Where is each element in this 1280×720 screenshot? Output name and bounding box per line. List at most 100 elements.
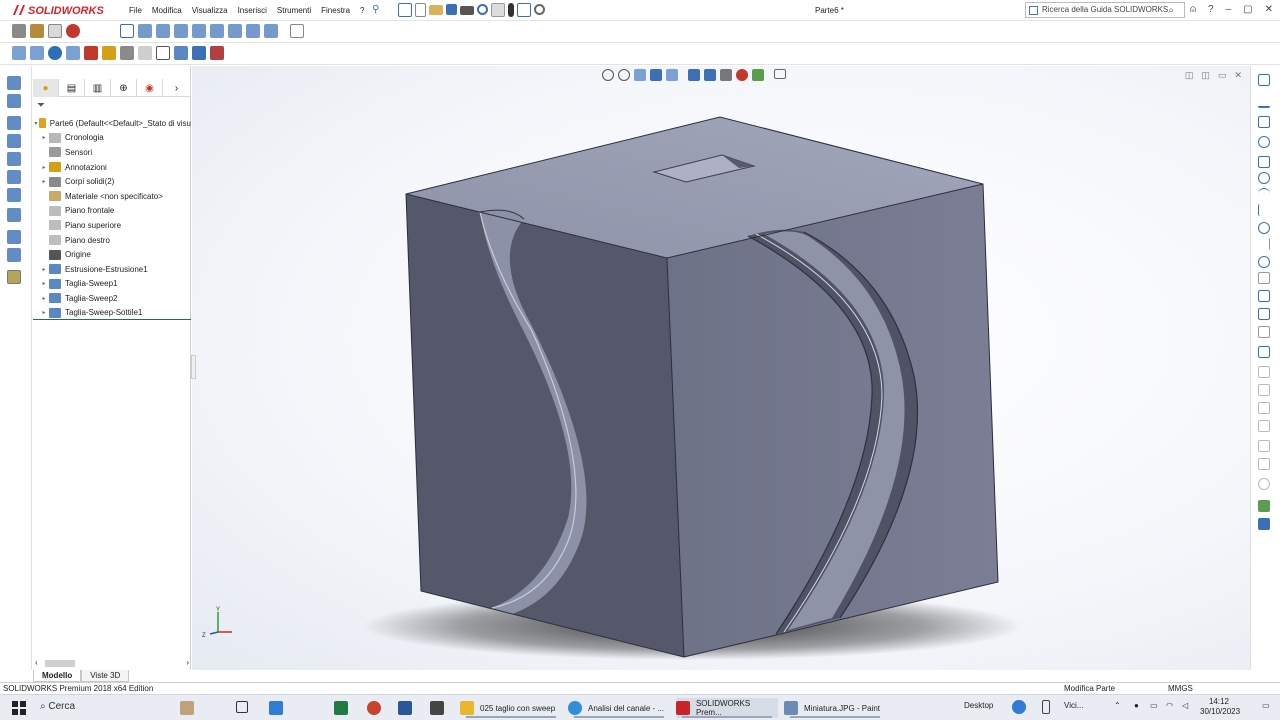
pin-icon[interactable]: ⚲ [372,4,379,15]
notification-icon[interactable]: ▭ [1262,701,1270,710]
left-tool-9-icon[interactable] [7,230,21,244]
maximize-icon[interactable]: ▢ [1243,4,1252,15]
explorer-icon[interactable] [430,701,444,715]
search-icon[interactable]: ⌕ [1168,4,1174,18]
mirror-icon[interactable] [1258,308,1270,320]
tab-viste-3d[interactable]: Viste 3D [81,670,130,682]
instant3d-icon[interactable] [192,46,206,60]
taskbar-widget-icon[interactable] [180,701,194,715]
expand-arrow-icon[interactable]: ▸ [39,266,49,273]
select-icon[interactable] [491,3,505,17]
view-bottom-icon[interactable] [228,24,242,38]
taskview-icon[interactable] [236,701,248,713]
fillet-sketch-icon[interactable] [1258,238,1270,250]
tree-item[interactable]: ▸ Annotazioni [33,160,191,175]
spline-icon[interactable] [1258,204,1270,216]
tree-item[interactable]: Materiale <non specificato> [33,189,191,204]
normal-to-icon[interactable] [120,24,134,38]
powerpoint-icon[interactable] [367,701,381,715]
rapid-sketch-pane-icon[interactable] [1258,478,1270,490]
trim-icon[interactable] [1258,366,1270,378]
tree-item[interactable]: Piano frontale [33,204,191,219]
tree-item[interactable]: ▸ Taglia-Sweep1 [33,277,191,292]
panel-collapse-handle[interactable] [191,355,196,379]
polygon-icon[interactable] [1258,156,1270,168]
menu-modifica[interactable]: Modifica [147,6,187,15]
options-gear-icon[interactable] [534,4,545,15]
tree-item[interactable]: ▸ Taglia-Sweep-Sottile1 [33,306,191,321]
menu-file[interactable]: File [124,6,147,15]
ellipse-icon[interactable] [1258,222,1270,234]
revolve-icon[interactable] [30,46,44,60]
pattern-sketch-icon[interactable] [1258,402,1270,414]
view-top-icon[interactable] [210,24,224,38]
reference-geometry-icon[interactable] [156,46,170,60]
convert-entities-icon[interactable] [1258,346,1270,358]
rapid-sketch-icon[interactable] [210,46,224,60]
tree-item[interactable]: Piano destro [33,233,191,248]
home-icon[interactable] [398,3,412,17]
view-back-icon[interactable] [156,24,170,38]
sweep-icon[interactable] [48,46,62,60]
status-units[interactable]: MMGS [1168,684,1193,693]
scroll-thumb[interactable] [45,660,75,667]
tab-dimxpert-manager[interactable]: ⊕ [111,79,137,97]
tab-feature-manager[interactable]: ● [33,79,59,97]
open-icon[interactable] [429,5,443,15]
help-circle-icon[interactable] [1012,700,1026,714]
collapse-arrow-icon[interactable]: ▾ [33,120,39,127]
left-tool-7-icon[interactable] [7,188,21,202]
tree-item[interactable]: ▸ Cronologia [33,131,191,146]
tree-item[interactable]: ▸ Taglia-Sweep2 [33,291,191,306]
menu-visualizza[interactable]: Visualizza [187,6,233,15]
expand-arrow-icon[interactable]: ▸ [39,309,49,316]
tab-more-chevron[interactable]: › [163,79,191,97]
appearance-icon[interactable] [66,24,80,38]
tab-property-manager[interactable]: ▤ [59,79,85,97]
left-tool-6-icon[interactable] [7,170,21,184]
left-tool-8-icon[interactable] [7,208,21,222]
desktop-toolbar-label[interactable]: Desktop [964,701,993,710]
close-icon[interactable]: ✕ [1265,4,1273,15]
tab-configuration-manager[interactable]: ▥ [85,79,111,97]
taskbar-app-solidworks[interactable]: SOLIDWORKS Prem... [676,698,778,718]
taskbar-app-chrome[interactable]: Analisi del canale - ... [568,698,670,718]
minimize-icon[interactable]: – [1226,4,1232,15]
windows-start-icon[interactable] [12,701,26,715]
tree-item[interactable]: Piano superiore [33,218,191,233]
measure-icon[interactable] [290,24,304,38]
view-left-icon[interactable] [174,24,188,38]
view-right-icon[interactable] [192,24,206,38]
horizontal-scrollbar[interactable]: ‹ › [33,658,191,668]
taskbar-app-paint[interactable]: Miniatura.JPG - Paint [784,698,886,718]
mic-icon[interactable]: ● [1134,701,1139,710]
tree-item[interactable]: ▸ Corpi solidi(2) [33,174,191,189]
move-entities-icon[interactable] [1258,384,1270,396]
expand-arrow-icon[interactable]: ▸ [39,134,49,141]
help-search-input[interactable]: Ricerca della Guida SOLIDWORKS ⌕ [1025,2,1185,18]
left-tool-11-icon[interactable] [7,270,21,284]
extrude-icon[interactable] [12,46,26,60]
tab-modello[interactable]: Modello [33,670,82,682]
left-tool-10-icon[interactable] [7,248,21,262]
weather-icon[interactable] [1042,700,1050,714]
tab-display-manager[interactable]: ◉ [137,79,163,97]
offset-icon[interactable] [1258,326,1270,338]
scroll-right-icon[interactable]: › [186,658,189,667]
pattern-icon[interactable] [102,46,116,60]
expand-arrow-icon[interactable]: ▸ [39,295,49,302]
taskbar-app-folder[interactable]: 025 taglio con sweep [460,698,562,718]
word-icon[interactable] [398,701,412,715]
mail-icon[interactable] [269,701,283,715]
point-icon[interactable] [1258,256,1270,268]
view-iso-icon[interactable] [246,24,260,38]
curves-icon[interactable] [174,46,188,60]
left-tool-4-icon[interactable] [7,134,21,148]
sketch-check-icon[interactable] [1258,518,1270,530]
view-dimetric-icon[interactable] [264,24,278,38]
system-clock[interactable]: 14:12 30/10/2023 [1200,697,1240,717]
plane-icon[interactable] [1258,290,1270,302]
wifi-icon[interactable]: ◠ [1166,701,1173,710]
select-arrow-icon[interactable] [48,24,62,38]
arc-icon[interactable] [1258,188,1270,200]
